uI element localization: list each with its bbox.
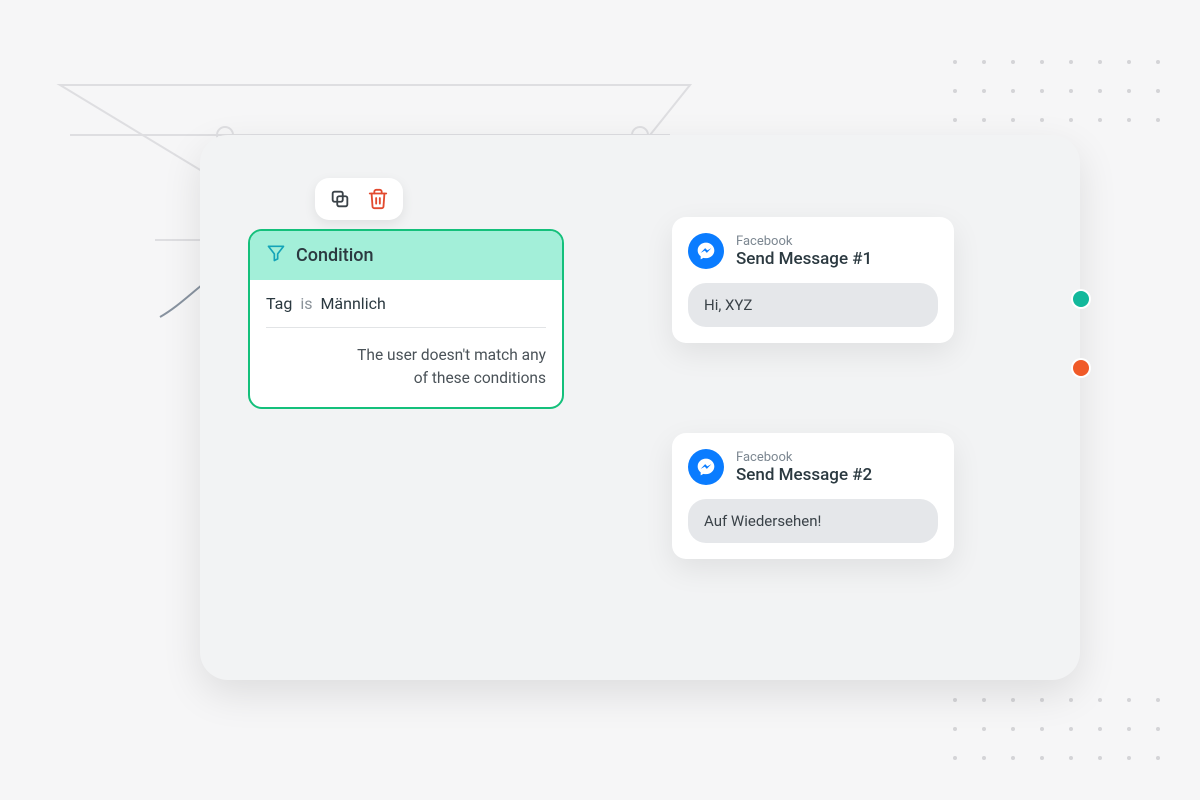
message-channel: Facebook [736, 450, 872, 465]
port-match[interactable] [1073, 291, 1089, 307]
message-node-1[interactable]: Facebook Send Message #1 Hi, XYZ [672, 217, 954, 343]
trash-icon[interactable] [367, 188, 389, 210]
condition-else: The user doesn't match any of these cond… [250, 330, 562, 407]
decorative-dots [953, 698, 1160, 760]
filter-icon [266, 243, 286, 268]
message-title: Send Message #1 [736, 249, 872, 269]
message-channel: Facebook [736, 234, 872, 249]
messenger-icon [688, 233, 724, 269]
flow-canvas[interactable]: Condition Tag is Männlich The user doesn… [200, 135, 1080, 680]
message-header: Facebook Send Message #1 [688, 233, 938, 269]
message-body: Auf Wiedersehen! [688, 499, 938, 543]
condition-rule[interactable]: Tag is Männlich [266, 294, 546, 328]
condition-title: Condition [296, 245, 374, 266]
node-toolbar [315, 178, 403, 220]
message-title: Send Message #2 [736, 465, 872, 485]
condition-header: Condition [250, 231, 562, 280]
condition-body: Tag is Männlich [250, 280, 562, 330]
message-header: Facebook Send Message #2 [688, 449, 938, 485]
message-node-2[interactable]: Facebook Send Message #2 Auf Wiedersehen… [672, 433, 954, 559]
rule-subject: Tag [266, 294, 292, 313]
message-body: Hi, XYZ [688, 283, 938, 327]
port-nomatch[interactable] [1073, 360, 1089, 376]
messenger-icon [688, 449, 724, 485]
copy-icon[interactable] [329, 188, 351, 210]
decorative-dots [953, 60, 1160, 122]
condition-node[interactable]: Condition Tag is Männlich The user doesn… [248, 229, 564, 409]
rule-operator: is [300, 294, 312, 313]
rule-value: Männlich [320, 294, 385, 313]
else-line2: of these conditions [266, 367, 546, 390]
else-line1: The user doesn't match any [266, 344, 546, 367]
